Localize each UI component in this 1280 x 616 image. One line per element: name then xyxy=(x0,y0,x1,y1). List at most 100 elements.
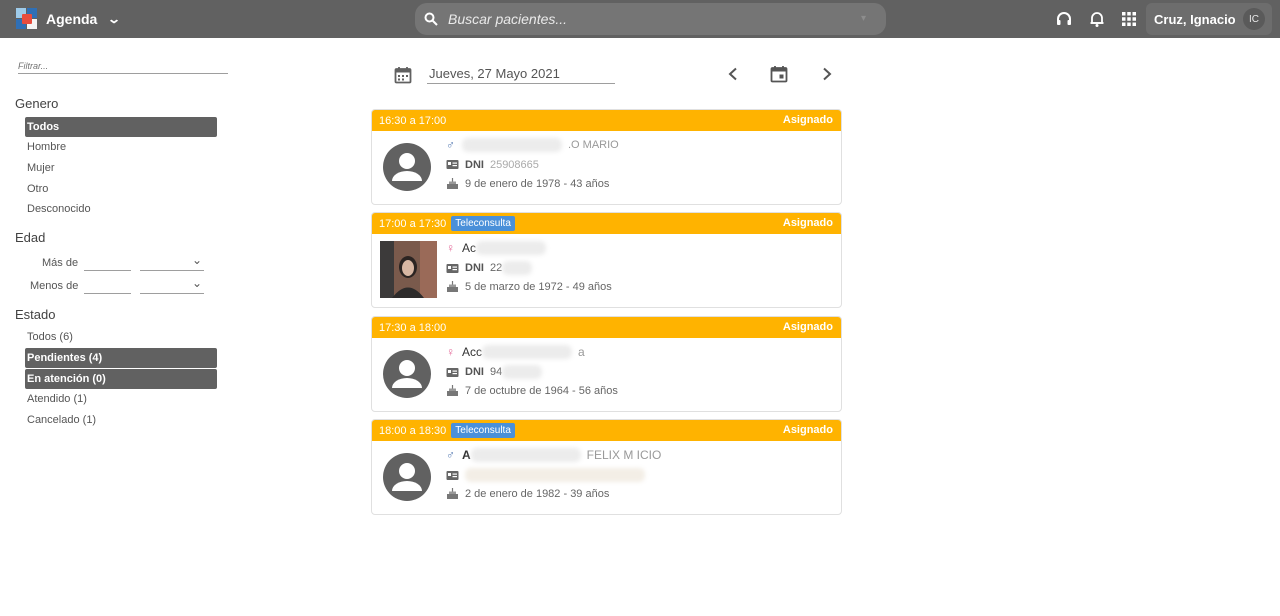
appointment-time: 17:30 a 18:00 xyxy=(379,321,447,334)
patient-name: Acc xyxy=(462,345,483,359)
estado-option-en-atencion[interactable]: En atención (0) xyxy=(25,369,217,389)
menos-de-input[interactable] xyxy=(84,280,131,294)
estado-option-cancelado[interactable]: Cancelado (1) xyxy=(25,410,217,430)
calendar-icon[interactable] xyxy=(770,65,788,83)
patient-name-row: ♂ .O MARIO xyxy=(446,138,619,152)
chevron-down-icon: ⌄ xyxy=(107,12,122,26)
date-of-birth: 5 de marzo de 1972 - 49 años xyxy=(465,280,612,293)
estado-title: Estado xyxy=(15,307,56,322)
dni-value: 94 xyxy=(489,366,503,378)
calendar-icon[interactable] xyxy=(394,66,412,84)
dni-label: DNI xyxy=(465,262,484,274)
apps-grid-icon[interactable] xyxy=(1120,10,1138,28)
mas-de-input[interactable] xyxy=(84,257,131,271)
app-title: Agenda xyxy=(46,11,98,27)
genero-option-mujer[interactable]: Mujer xyxy=(25,158,217,178)
chevron-down-icon: ⌄ xyxy=(191,276,202,290)
name-redacted xyxy=(462,138,562,152)
mas-de-label: Más de xyxy=(42,257,79,269)
patient-name-row: ♀ Ac xyxy=(446,241,547,255)
appointment-time: 17:00 a 17:30 xyxy=(379,217,447,230)
cake-icon xyxy=(447,281,458,292)
date-of-birth: 2 de enero de 1982 - 39 años xyxy=(465,487,610,500)
genero-option-desconocido[interactable]: Desconocido xyxy=(25,199,217,219)
appointment-header: 18:00 a 18:30 Teleconsulta Asignado xyxy=(372,420,841,441)
genero-option-otro[interactable]: Otro xyxy=(25,179,217,199)
patient-name-row: ♂ A FELIX M ICIO xyxy=(446,448,661,462)
estado-option-todos[interactable]: Todos (6) xyxy=(25,327,217,347)
bell-icon[interactable] xyxy=(1088,10,1106,28)
male-icon: ♂ xyxy=(446,448,455,462)
appointment-header: 16:30 a 17:00 Asignado xyxy=(372,110,841,131)
dni-value: 22 xyxy=(489,262,503,274)
appointment-time: 18:00 a 18:30 xyxy=(379,424,447,437)
id-card-icon xyxy=(446,470,459,480)
appointment-card[interactable]: 17:30 a 18:00 Asignado ♀ Acc a DNI 94 7 … xyxy=(371,316,842,412)
teleconsulta-badge: Teleconsulta xyxy=(451,423,515,438)
date-of-birth: 7 de octubre de 1964 - 56 años xyxy=(465,384,618,397)
search-input[interactable]: Buscar pacientes... xyxy=(448,11,567,27)
filter-input[interactable] xyxy=(18,58,228,74)
dni-redacted xyxy=(502,261,533,275)
date-of-birth: 9 de enero de 1978 - 43 años xyxy=(465,177,610,190)
chevron-down-icon[interactable]: ▾ xyxy=(861,13,866,24)
avatar: IC xyxy=(1243,8,1265,30)
appointment-card[interactable]: 17:00 a 17:30 Teleconsulta Asignado ♀ Ac… xyxy=(371,212,842,308)
genero-title: Genero xyxy=(15,96,59,111)
patient-name-row: ♀ Acc a xyxy=(446,345,585,359)
app-switcher[interactable]: Agenda ⌄ xyxy=(16,8,122,30)
appointment-card[interactable]: 18:00 a 18:30 Teleconsulta Asignado ♂ A … xyxy=(371,419,842,515)
cake-icon xyxy=(447,488,458,499)
search-icon xyxy=(424,12,438,26)
dni-row: DNI 94 xyxy=(446,365,543,379)
chevron-left-icon[interactable] xyxy=(727,67,739,81)
dni-value: 25908665 xyxy=(489,158,539,171)
name-redacted xyxy=(470,448,581,462)
dni-label: DNI xyxy=(465,366,484,378)
patient-name: Ac xyxy=(462,241,477,255)
chevron-right-icon[interactable] xyxy=(821,67,833,81)
avatar-placeholder-icon xyxy=(383,350,431,398)
headset-icon[interactable] xyxy=(1055,10,1073,28)
genero-option-hombre[interactable]: Hombre xyxy=(25,137,217,157)
appointment-time: 16:30 a 17:00 xyxy=(379,114,447,127)
dni-row xyxy=(446,468,645,482)
appointment-card[interactable]: 16:30 a 17:00 Asignado ♂ .O MARIO DNI 25… xyxy=(371,109,842,205)
appointment-header: 17:30 a 18:00 Asignado xyxy=(372,317,841,338)
user-name: Cruz, Ignacio xyxy=(1154,11,1236,27)
dob-row: 2 de enero de 1982 - 39 años xyxy=(446,487,609,500)
female-icon: ♀ xyxy=(446,241,455,255)
menos-de-unit-select[interactable]: ⌄ xyxy=(140,276,204,294)
status-badge: Asignado xyxy=(782,321,833,333)
patient-name: .O MARIO xyxy=(568,139,619,151)
mas-de-unit-select[interactable]: ⌄ xyxy=(140,253,204,271)
cake-icon xyxy=(447,178,458,189)
appointment-header: 17:00 a 17:30 Teleconsulta Asignado xyxy=(372,213,841,234)
dob-row: 9 de enero de 1978 - 43 años xyxy=(446,177,609,190)
id-card-icon xyxy=(446,263,459,273)
dob-row: 5 de marzo de 1972 - 49 años xyxy=(446,280,612,293)
date-field[interactable]: Jueves, 27 Mayo 2021 xyxy=(427,66,615,84)
top-bar: Agenda ⌄ Buscar pacientes... ▾ Cruz, Ign… xyxy=(0,0,1280,38)
teleconsulta-badge: Teleconsulta xyxy=(451,216,515,231)
patient-photo xyxy=(380,241,437,298)
dni-label: DNI xyxy=(465,158,484,171)
status-badge: Asignado xyxy=(782,114,833,126)
name-redacted xyxy=(482,345,573,359)
dni-row: DNI 22 xyxy=(446,261,533,275)
female-icon: ♀ xyxy=(446,345,455,359)
name-redacted xyxy=(476,241,547,255)
menos-de-label: Menos de xyxy=(30,280,79,292)
genero-option-todos[interactable]: Todos xyxy=(25,117,217,137)
id-card-icon xyxy=(446,367,459,377)
dni-redacted xyxy=(502,365,543,379)
estado-option-atendido[interactable]: Atendido (1) xyxy=(25,389,217,409)
id-card-icon xyxy=(446,160,459,169)
avatar-placeholder-icon xyxy=(383,143,431,191)
user-menu[interactable]: Cruz, Ignacio IC xyxy=(1146,3,1272,35)
dob-row: 7 de octubre de 1964 - 56 años xyxy=(446,384,618,397)
agenda-logo-icon xyxy=(16,8,38,30)
avatar-placeholder-icon xyxy=(383,453,431,501)
estado-option-pendientes[interactable]: Pendientes (4) xyxy=(25,348,217,368)
patient-search[interactable]: Buscar pacientes... ▾ xyxy=(415,3,886,35)
